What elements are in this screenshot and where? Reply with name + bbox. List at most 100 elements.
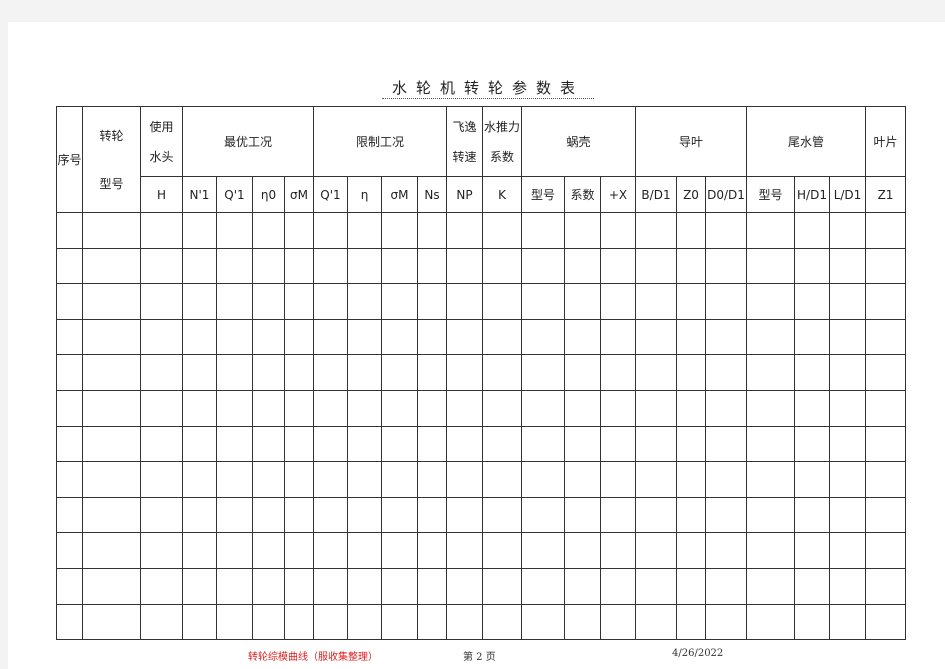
table-cell[interactable] xyxy=(347,603,382,641)
table-cell[interactable] xyxy=(347,212,382,249)
table-cell[interactable] xyxy=(635,425,677,463)
table-cell[interactable] xyxy=(140,212,183,249)
table-cell[interactable] xyxy=(635,212,677,249)
table-cell[interactable] xyxy=(865,461,906,498)
table-cell[interactable] xyxy=(313,603,348,641)
table-cell[interactable] xyxy=(746,247,795,285)
table-cell[interactable] xyxy=(564,318,601,356)
table-cell[interactable] xyxy=(635,496,677,534)
table-cell[interactable] xyxy=(182,354,217,391)
table-cell[interactable] xyxy=(140,354,183,391)
table-cell[interactable] xyxy=(635,389,677,427)
table-cell[interactable] xyxy=(347,461,382,498)
table-cell[interactable] xyxy=(182,532,217,569)
table-cell[interactable] xyxy=(482,354,522,391)
table-cell[interactable] xyxy=(564,461,601,498)
table-cell[interactable] xyxy=(252,496,285,534)
table-cell[interactable] xyxy=(600,532,636,569)
table-cell[interactable] xyxy=(482,567,522,605)
table-cell[interactable] xyxy=(635,283,677,320)
table-cell[interactable] xyxy=(347,389,382,427)
table-cell[interactable] xyxy=(521,425,565,463)
table-cell[interactable] xyxy=(313,212,348,249)
table-cell[interactable] xyxy=(82,212,141,249)
table-cell[interactable] xyxy=(56,461,83,498)
table-cell[interactable] xyxy=(600,318,636,356)
table-cell[interactable] xyxy=(140,318,183,356)
table-cell[interactable] xyxy=(347,567,382,605)
table-cell[interactable] xyxy=(829,532,866,569)
table-cell[interactable] xyxy=(347,354,382,391)
table-cell[interactable] xyxy=(865,389,906,427)
table-cell[interactable] xyxy=(284,567,314,605)
table-cell[interactable] xyxy=(705,425,747,463)
table-cell[interactable] xyxy=(140,461,183,498)
table-cell[interactable] xyxy=(794,532,830,569)
table-cell[interactable] xyxy=(829,461,866,498)
table-cell[interactable] xyxy=(381,354,418,391)
table-cell[interactable] xyxy=(482,212,522,249)
table-cell[interactable] xyxy=(56,283,83,320)
table-cell[interactable] xyxy=(347,318,382,356)
table-cell[interactable] xyxy=(252,532,285,569)
table-cell[interactable] xyxy=(746,496,795,534)
table-cell[interactable] xyxy=(82,603,141,641)
table-cell[interactable] xyxy=(600,603,636,641)
table-cell[interactable] xyxy=(635,247,677,285)
table-cell[interactable] xyxy=(794,318,830,356)
table-cell[interactable] xyxy=(182,567,217,605)
table-cell[interactable] xyxy=(216,354,253,391)
table-cell[interactable] xyxy=(676,425,706,463)
table-cell[interactable] xyxy=(482,425,522,463)
table-cell[interactable] xyxy=(216,603,253,641)
table-cell[interactable] xyxy=(676,283,706,320)
table-cell[interactable] xyxy=(381,318,418,356)
table-cell[interactable] xyxy=(794,567,830,605)
table-cell[interactable] xyxy=(794,425,830,463)
table-cell[interactable] xyxy=(521,567,565,605)
table-cell[interactable] xyxy=(417,318,447,356)
table-cell[interactable] xyxy=(705,318,747,356)
table-cell[interactable] xyxy=(865,567,906,605)
table-cell[interactable] xyxy=(705,389,747,427)
table-cell[interactable] xyxy=(252,567,285,605)
table-cell[interactable] xyxy=(417,283,447,320)
table-cell[interactable] xyxy=(140,532,183,569)
table-cell[interactable] xyxy=(829,425,866,463)
table-cell[interactable] xyxy=(182,389,217,427)
table-cell[interactable] xyxy=(676,389,706,427)
table-cell[interactable] xyxy=(182,318,217,356)
table-cell[interactable] xyxy=(56,532,83,569)
table-cell[interactable] xyxy=(635,532,677,569)
table-cell[interactable] xyxy=(446,532,483,569)
table-cell[interactable] xyxy=(635,603,677,641)
table-cell[interactable] xyxy=(482,496,522,534)
table-cell[interactable] xyxy=(446,567,483,605)
table-cell[interactable] xyxy=(56,603,83,641)
table-cell[interactable] xyxy=(56,247,83,285)
table-cell[interactable] xyxy=(284,461,314,498)
table-cell[interactable] xyxy=(56,354,83,391)
table-cell[interactable] xyxy=(746,354,795,391)
table-cell[interactable] xyxy=(446,389,483,427)
table-cell[interactable] xyxy=(417,496,447,534)
table-cell[interactable] xyxy=(446,247,483,285)
table-cell[interactable] xyxy=(417,461,447,498)
table-cell[interactable] xyxy=(284,425,314,463)
table-cell[interactable] xyxy=(564,425,601,463)
table-cell[interactable] xyxy=(521,532,565,569)
table-cell[interactable] xyxy=(564,212,601,249)
table-cell[interactable] xyxy=(564,283,601,320)
table-cell[interactable] xyxy=(564,567,601,605)
table-cell[interactable] xyxy=(417,247,447,285)
table-cell[interactable] xyxy=(564,603,601,641)
table-cell[interactable] xyxy=(676,496,706,534)
table-cell[interactable] xyxy=(381,461,418,498)
table-cell[interactable] xyxy=(313,425,348,463)
table-cell[interactable] xyxy=(252,212,285,249)
table-cell[interactable] xyxy=(564,247,601,285)
table-cell[interactable] xyxy=(140,567,183,605)
table-cell[interactable] xyxy=(676,461,706,498)
table-cell[interactable] xyxy=(865,496,906,534)
table-cell[interactable] xyxy=(746,603,795,641)
